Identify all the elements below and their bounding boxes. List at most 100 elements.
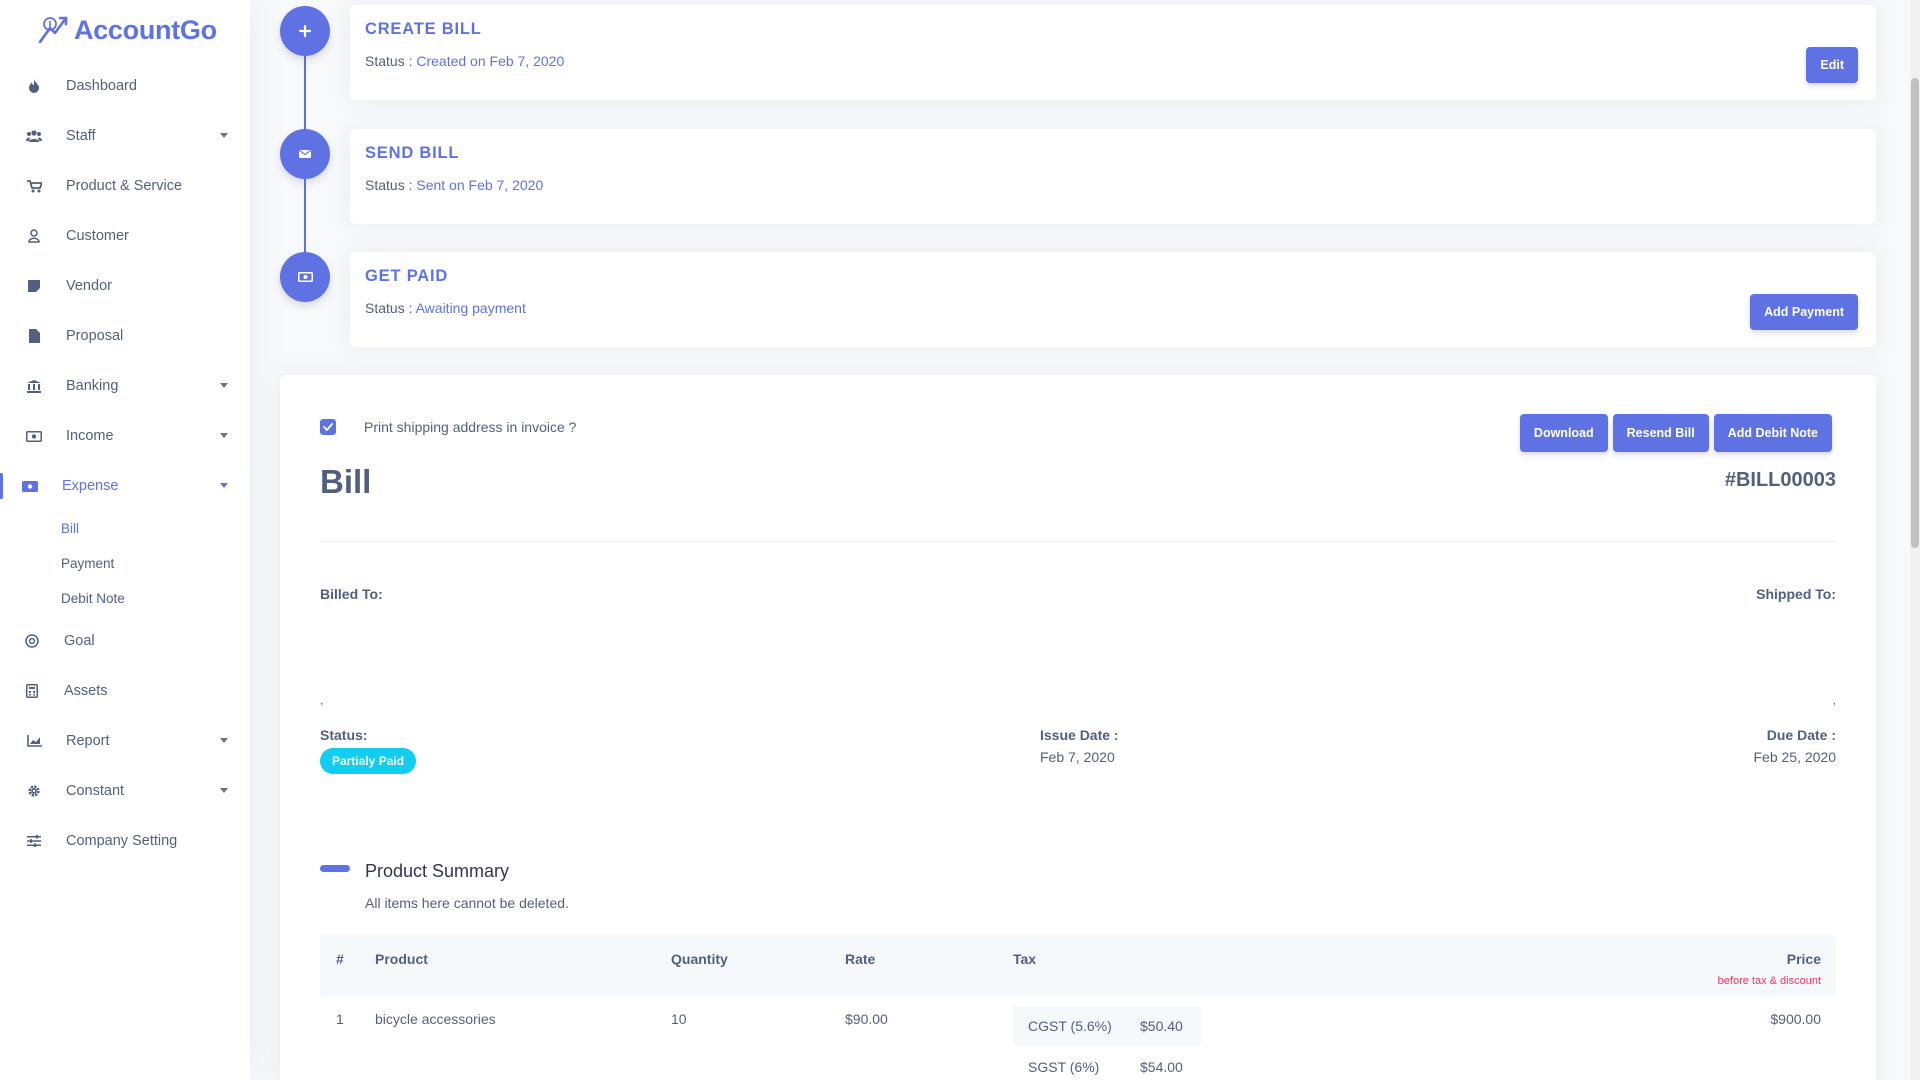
gear-icon (26, 783, 42, 799)
sidebar-item-dashboard[interactable]: Dashboard (0, 61, 250, 111)
chevron-down-icon (220, 133, 228, 138)
row-number: 1 (336, 1011, 344, 1027)
add-payment-button[interactable]: Add Payment (1750, 294, 1858, 330)
sidebar-subitem-payment[interactable]: Payment (0, 546, 250, 581)
product-summary-title: Product Summary (365, 861, 510, 881)
chart-icon (26, 733, 42, 749)
sidebar-item-expense[interactable]: Expense (0, 461, 250, 511)
shipped-to-label: Shipped To: (1756, 586, 1836, 602)
bill-heading: Bill (320, 463, 372, 500)
column-header-rate: Rate (845, 951, 876, 967)
sidebar-item-customer[interactable]: Customer (0, 211, 250, 261)
column-header-tax: Tax (1013, 951, 1037, 967)
sidebar-subitem-bill[interactable]: Bill (0, 511, 250, 546)
shipped-to-value: , (1832, 693, 1836, 707)
create-bill-card: CREATE BILL Status : Created on Feb 7, 2… (350, 5, 1876, 100)
sidebar-item-staff[interactable]: Staff (0, 111, 250, 161)
sidebar-item-goal[interactable]: Goal (0, 616, 250, 666)
sidebar-item-label: Customer (66, 228, 129, 244)
chevron-down-icon (220, 433, 228, 438)
sidebar-item-label: Staff (66, 128, 96, 144)
create-bill-title: CREATE BILL (365, 20, 482, 38)
status-value: Created on Feb 7, 2020 (416, 53, 565, 69)
send-bill-card: SEND BILL Status : Sent on Feb 7, 2020 (350, 129, 1876, 224)
sidebar-item-proposal[interactable]: Proposal (0, 311, 250, 361)
plus-icon (299, 25, 311, 37)
money-bill-icon (22, 478, 38, 494)
get-paid-step-icon (280, 252, 330, 302)
status-label: Status: (320, 727, 368, 743)
sidebar-item-income[interactable]: Income (0, 411, 250, 461)
sidebar-item-label: Company Setting (66, 833, 178, 849)
resend-bill-button[interactable]: Resend Bill (1612, 414, 1709, 452)
status-value: Sent on Feb 7, 2020 (416, 177, 544, 193)
target-icon (24, 633, 40, 649)
logo-icon (38, 16, 68, 44)
check-icon (323, 423, 333, 431)
money-icon (26, 428, 42, 444)
sidebar-item-report[interactable]: Report (0, 716, 250, 766)
row-product: bicycle accessories (375, 1011, 496, 1027)
divider (320, 541, 1836, 542)
table-header: # Product Quantity Rate Tax Price before… (320, 935, 1836, 997)
sidebar-item-label: Expense (62, 478, 119, 494)
shipping-address-checkbox[interactable] (320, 419, 336, 435)
sidebar: AccountGo Dashboard Staff Product & Serv… (0, 0, 250, 1080)
sidebar-item-vendor[interactable]: Vendor (0, 261, 250, 311)
cart-icon (26, 178, 42, 194)
column-header-number: # (336, 951, 344, 967)
bank-icon (26, 378, 42, 394)
bill-number: #BILL00003 (1724, 469, 1836, 491)
brand-logo[interactable]: AccountGo (36, 12, 217, 48)
scrollbar-thumb[interactable] (1911, 78, 1919, 548)
sidebar-item-label: Proposal (66, 328, 124, 344)
sidebar-item-constant[interactable]: Constant (0, 766, 250, 816)
status-badge: Partialy Paid (320, 748, 417, 774)
scrollbar[interactable] (1910, 0, 1920, 1080)
tax-name: CGST (5.6%) (1028, 1018, 1112, 1034)
billed-to-value: , (320, 693, 324, 707)
chevron-down-icon (220, 383, 228, 388)
sidebar-item-label: Dashboard (66, 78, 137, 94)
sidebar-item-label: Report (66, 733, 110, 749)
sidebar-item-label: Income (66, 428, 114, 444)
send-bill-step-icon (280, 129, 330, 179)
sidebar-item-assets[interactable]: Assets (0, 666, 250, 716)
sidebar-item-product-service[interactable]: Product & Service (0, 161, 250, 211)
chevron-down-icon (220, 483, 228, 488)
main-content: CREATE BILL Status : Created on Feb 7, 2… (250, 0, 1910, 1080)
column-header-quantity: Quantity (671, 951, 728, 967)
issue-date-label: Issue Date : (1040, 727, 1119, 743)
edit-button[interactable]: Edit (1806, 47, 1858, 83)
shipping-address-label[interactable]: Print shipping address in invoice ? (364, 419, 576, 435)
download-button[interactable]: Download (1519, 414, 1608, 452)
envelope-icon (299, 150, 311, 158)
price-note: before tax & discount (1717, 975, 1821, 987)
chevron-down-icon (220, 738, 228, 743)
column-header-price: Price (1786, 951, 1821, 967)
sidebar-item-banking[interactable]: Banking (0, 361, 250, 411)
sidebar-subitem-debit-note[interactable]: Debit Note (0, 581, 250, 616)
billed-to-label: Billed To: (320, 586, 383, 602)
row-quantity: 10 (671, 1011, 687, 1027)
sidebar-item-label: Assets (64, 683, 108, 699)
tax-amount: $50.40 (1140, 1018, 1183, 1034)
bill-actions: Download Resend Bill Add Debit Note (1519, 414, 1832, 452)
status-value: Awaiting payment (415, 300, 526, 316)
sidebar-item-company-setting[interactable]: Company Setting (0, 816, 250, 866)
sidebar-item-label: Vendor (66, 278, 112, 294)
sidebar-item-label: Product & Service (66, 178, 183, 194)
due-date-label: Due Date : (1766, 727, 1836, 743)
calculator-icon (24, 683, 40, 699)
tax-name: SGST (6%) (1028, 1059, 1100, 1075)
sliders-icon (26, 833, 42, 849)
sidebar-item-label: Goal (64, 633, 95, 649)
status-label: Status : (365, 300, 416, 316)
get-paid-card: GET PAID Status : Awaiting payment Add P… (350, 252, 1876, 347)
money-icon (297, 272, 313, 282)
create-bill-step-icon (280, 6, 330, 56)
tax-amount: $54.00 (1140, 1059, 1183, 1075)
file-icon (26, 328, 42, 344)
get-paid-status: Status : Awaiting payment (365, 300, 526, 316)
add-debit-note-button[interactable]: Add Debit Note (1713, 414, 1832, 452)
